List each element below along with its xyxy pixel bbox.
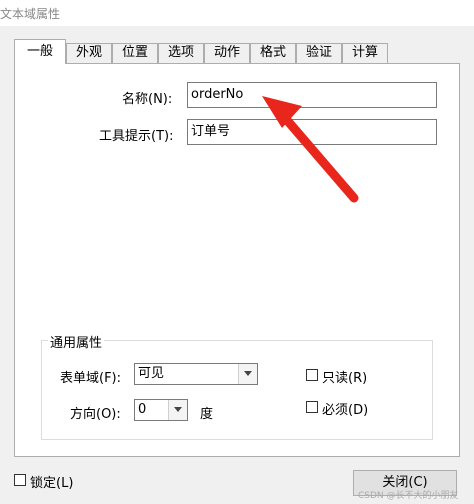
readonly-label: 只读(R) — [322, 371, 368, 386]
general-panel: 名称(N): orderNo 工具提示(T): 订单号 通用属性 表单域(F):… — [14, 63, 460, 457]
orientation-unit: 度 — [200, 407, 214, 422]
tab-appearance[interactable]: 外观 — [66, 43, 112, 63]
name-label: 名称(N): — [122, 92, 173, 107]
tab-format[interactable]: 格式 — [250, 43, 296, 63]
readonly-checkbox[interactable] — [306, 369, 318, 381]
locked-label: 锁定(L) — [30, 476, 74, 491]
orientation-select[interactable]: 0 — [134, 399, 188, 421]
tab-options[interactable]: 选项 — [158, 43, 204, 63]
tab-validate[interactable]: 验证 — [296, 43, 342, 63]
title-bar: 文本域属性 — [0, 0, 474, 26]
chevron-down-icon[interactable] — [168, 400, 187, 420]
common-properties-group: 通用属性 表单域(F): 可见 只读(R) 方向(O): 0 度 必须(D) — [41, 332, 433, 440]
tooltip-label: 工具提示(T): — [99, 129, 174, 144]
name-input[interactable]: orderNo — [187, 82, 437, 108]
tooltip-input[interactable]: 订单号 — [187, 119, 437, 145]
window-title: 文本域属性 — [0, 7, 61, 21]
locked-checkbox[interactable] — [14, 474, 26, 486]
tab-position[interactable]: 位置 — [112, 43, 158, 63]
form-field-select[interactable]: 可见 — [134, 363, 258, 385]
required-checkbox[interactable] — [306, 401, 318, 413]
tab-calculate[interactable]: 计算 — [342, 43, 388, 63]
required-label: 必须(D) — [322, 403, 369, 418]
tab-general[interactable]: 一般 — [14, 39, 66, 64]
chevron-down-icon[interactable] — [238, 364, 257, 384]
form-field-value: 可见 — [138, 366, 165, 381]
watermark: CSDN @长不大的小朋友 — [358, 491, 459, 501]
orientation-value: 0 — [138, 402, 147, 417]
common-properties-title: 通用属性 — [48, 332, 105, 351]
orientation-label: 方向(O): — [70, 407, 121, 422]
tab-actions[interactable]: 动作 — [204, 43, 250, 63]
form-field-label: 表单域(F): — [60, 371, 122, 386]
